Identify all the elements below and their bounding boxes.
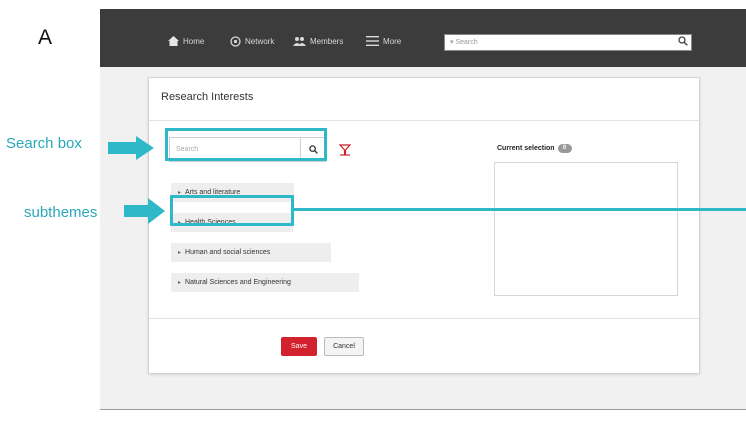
chevron-right-icon: ▸ <box>178 250 182 256</box>
nav-item-label: More <box>383 36 402 46</box>
selection-count-badge: 0 <box>557 144 572 153</box>
global-search-placeholder: ▾ Search <box>450 39 478 46</box>
category-natural-sciences-and-engineering[interactable]: ▸ Natural Sciences and Engineering <box>171 273 359 292</box>
search-box-highlight <box>165 128 327 161</box>
subthemes-highlight <box>170 195 294 226</box>
nav-item-home[interactable]: Home <box>168 36 204 46</box>
nav-item-label: Home <box>183 36 205 46</box>
members-icon <box>293 36 306 46</box>
category-label: Human and social sciences <box>185 249 271 256</box>
search-icon[interactable] <box>678 36 688 48</box>
search-box-annotation: Search box <box>6 135 82 152</box>
nav-item-label: Network <box>245 37 275 46</box>
subthemes-annotation: subthemes <box>24 204 98 221</box>
annotation-arrow-icon <box>124 198 165 224</box>
chevron-right-icon: ▸ <box>178 280 182 286</box>
callout-line <box>294 208 746 211</box>
nav-item-network[interactable]: Network <box>230 36 274 47</box>
current-selection-heading: Current selection 0 <box>497 144 572 153</box>
current-selection-list[interactable] <box>494 162 678 296</box>
dialog-title: Research Interests <box>161 91 254 103</box>
menu-icon <box>366 36 379 46</box>
divider <box>149 318 699 319</box>
category-human-and-social-sciences[interactable]: ▸ Human and social sciences <box>171 243 331 262</box>
nav-item-more[interactable]: More <box>366 36 401 46</box>
top-nav-bar: Home Network Members More ▾ Search <box>100 9 746 67</box>
panel-label: A <box>38 26 53 49</box>
clear-filter-icon[interactable] <box>338 143 352 161</box>
category-label: Natural Sciences and Engineering <box>185 279 291 286</box>
save-button[interactable]: Save <box>281 337 317 356</box>
divider <box>149 120 699 121</box>
annotation-arrow-icon <box>108 136 154 160</box>
global-search-input[interactable]: ▾ Search <box>444 34 692 51</box>
nav-item-members[interactable]: Members <box>293 36 343 46</box>
current-selection-label: Current selection <box>497 145 555 152</box>
home-icon <box>168 36 179 46</box>
network-icon <box>230 36 241 47</box>
nav-item-label: Members <box>310 36 344 46</box>
cancel-button[interactable]: Cancel <box>324 337 364 356</box>
